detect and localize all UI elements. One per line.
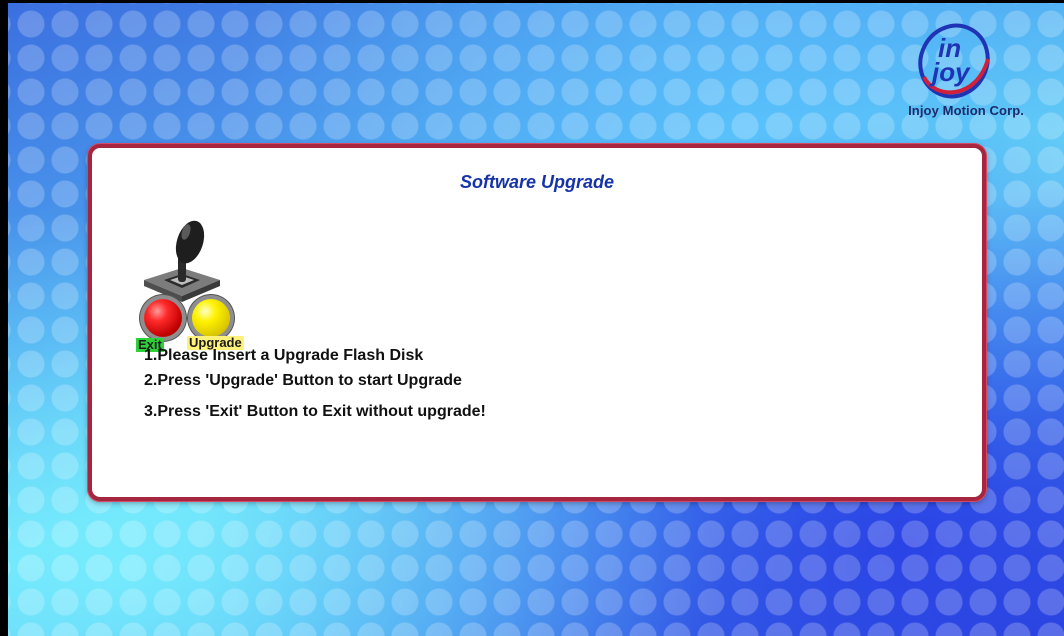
company-name: Injoy Motion Corp. (908, 103, 1024, 118)
instruction-item: 2.Press 'Upgrade' Button to start Upgrad… (144, 372, 462, 389)
upgrade-button-icon[interactable] (192, 299, 230, 337)
dialog-title: Software Upgrade (459, 172, 615, 192)
brand-logo: in joy Injoy Motion Corp. (874, 17, 1024, 127)
instruction-item: 1.Please Insert a Upgrade Flash Disk (144, 347, 424, 364)
instruction-item: 3.Press 'Exit' Button to Exit without up… (144, 403, 486, 420)
upgrade-dialog: Software Upgrade Exit Upgrade 1.Please I… (88, 144, 986, 501)
svg-text:joy: joy (929, 57, 971, 87)
joystick-icon (144, 220, 220, 302)
exit-button-icon[interactable] (144, 299, 182, 337)
injoy-logo-icon: in joy (918, 23, 990, 99)
control-illustration: Exit Upgrade (132, 218, 272, 358)
upgrade-screen: in joy Injoy Motion Corp. Software Upgra… (8, 3, 1064, 636)
